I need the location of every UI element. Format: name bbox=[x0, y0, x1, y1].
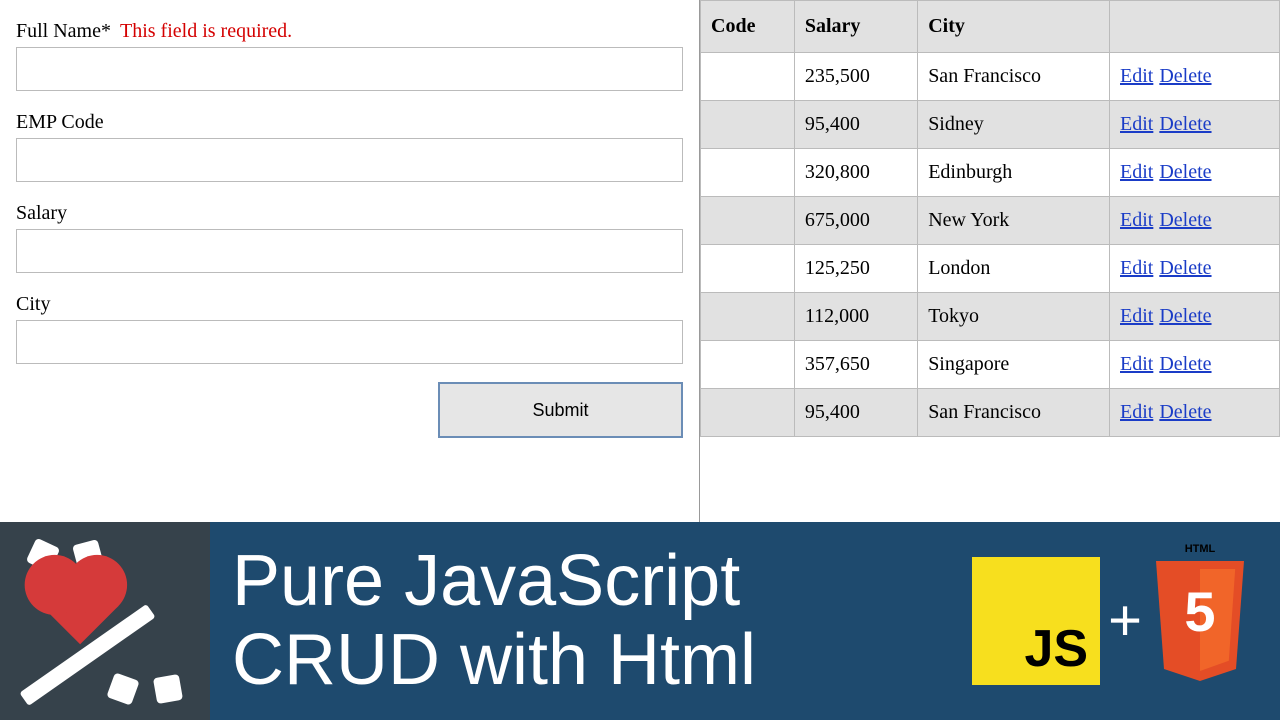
html5-badge-icon: HTML 5 bbox=[1150, 561, 1250, 681]
edit-link[interactable]: Edit bbox=[1120, 305, 1153, 327]
banner-title: Pure JavaScript CRUD with Html bbox=[210, 542, 972, 700]
edit-link[interactable]: Edit bbox=[1120, 401, 1153, 423]
salary-input[interactable] bbox=[16, 229, 683, 273]
cell-salary: 357,650 bbox=[794, 341, 917, 389]
col-city: City bbox=[918, 1, 1110, 53]
cell-city: Singapore bbox=[918, 341, 1110, 389]
col-actions bbox=[1110, 1, 1280, 53]
cell-city: Edinburgh bbox=[918, 149, 1110, 197]
cell-city: New York bbox=[918, 197, 1110, 245]
cell-code bbox=[701, 101, 795, 149]
delete-link[interactable]: Delete bbox=[1159, 113, 1211, 135]
fullname-input[interactable] bbox=[16, 47, 683, 91]
col-salary: Salary bbox=[794, 1, 917, 53]
table-row: 95,400Sidney Edit Delete bbox=[701, 101, 1280, 149]
fullname-error: This field is required. bbox=[120, 20, 292, 42]
cell-city: Sidney bbox=[918, 101, 1110, 149]
fullname-label: Full Name* bbox=[16, 20, 111, 43]
cell-salary: 95,400 bbox=[794, 101, 917, 149]
cell-code bbox=[701, 293, 795, 341]
delete-link[interactable]: Delete bbox=[1159, 65, 1211, 87]
cell-actions: Edit Delete bbox=[1110, 149, 1280, 197]
table-row: 235,500San Francisco Edit Delete bbox=[701, 53, 1280, 101]
table-row: 112,000Tokyo Edit Delete bbox=[701, 293, 1280, 341]
cell-city: London bbox=[918, 245, 1110, 293]
plus-icon: + bbox=[1108, 592, 1142, 650]
cell-salary: 675,000 bbox=[794, 197, 917, 245]
cell-city: Tokyo bbox=[918, 293, 1110, 341]
cell-code bbox=[701, 149, 795, 197]
cell-actions: Edit Delete bbox=[1110, 245, 1280, 293]
table-row: 320,800Edinburgh Edit Delete bbox=[701, 149, 1280, 197]
cell-code bbox=[701, 245, 795, 293]
delete-link[interactable]: Delete bbox=[1159, 209, 1211, 231]
delete-link[interactable]: Delete bbox=[1159, 257, 1211, 279]
cell-salary: 235,500 bbox=[794, 53, 917, 101]
cell-code bbox=[701, 197, 795, 245]
edit-link[interactable]: Edit bbox=[1120, 161, 1153, 183]
edit-link[interactable]: Edit bbox=[1120, 353, 1153, 375]
submit-button[interactable]: Submit bbox=[438, 382, 683, 438]
employee-table-panel: Code Salary City 235,500San FranciscoEdi… bbox=[700, 0, 1280, 522]
edit-link[interactable]: Edit bbox=[1120, 113, 1153, 135]
cell-code bbox=[701, 389, 795, 437]
cell-salary: 112,000 bbox=[794, 293, 917, 341]
employee-table: Code Salary City 235,500San FranciscoEdi… bbox=[700, 0, 1280, 437]
cell-code bbox=[701, 53, 795, 101]
cell-actions: Edit Delete bbox=[1110, 197, 1280, 245]
empcode-label: EMP Code bbox=[16, 111, 104, 134]
cell-salary: 95,400 bbox=[794, 389, 917, 437]
cell-actions: Edit Delete bbox=[1110, 293, 1280, 341]
delete-link[interactable]: Delete bbox=[1159, 353, 1211, 375]
js-badge-icon: JS bbox=[972, 557, 1100, 685]
cell-actions: Edit Delete bbox=[1110, 53, 1280, 101]
edit-link[interactable]: Edit bbox=[1120, 209, 1153, 231]
cell-salary: 125,250 bbox=[794, 245, 917, 293]
edit-link[interactable]: Edit bbox=[1120, 65, 1153, 87]
cell-code bbox=[701, 341, 795, 389]
edit-link[interactable]: Edit bbox=[1120, 257, 1153, 279]
salary-label: Salary bbox=[16, 202, 67, 225]
banner-logo-icon bbox=[0, 522, 210, 720]
cell-city: San Francisco bbox=[918, 389, 1110, 437]
title-banner: Pure JavaScript CRUD with Html JS + HTML… bbox=[0, 522, 1280, 720]
cell-city: San Francisco bbox=[918, 53, 1110, 101]
table-row: 95,400San Francisco Edit Delete bbox=[701, 389, 1280, 437]
city-input[interactable] bbox=[16, 320, 683, 364]
delete-link[interactable]: Delete bbox=[1159, 305, 1211, 327]
cell-salary: 320,800 bbox=[794, 149, 917, 197]
cell-actions: Edit Delete bbox=[1110, 389, 1280, 437]
employee-form: Full Name* This field is required. EMP C… bbox=[0, 0, 700, 522]
delete-link[interactable]: Delete bbox=[1159, 161, 1211, 183]
table-row: 675,000New York Edit Delete bbox=[701, 197, 1280, 245]
table-row: 357,650Singapore Edit Delete bbox=[701, 341, 1280, 389]
empcode-input[interactable] bbox=[16, 138, 683, 182]
delete-link[interactable]: Delete bbox=[1159, 401, 1211, 423]
table-row: 125,250London Edit Delete bbox=[701, 245, 1280, 293]
col-code: Code bbox=[701, 1, 795, 53]
cell-actions: Edit Delete bbox=[1110, 341, 1280, 389]
city-label: City bbox=[16, 293, 50, 316]
cell-actions: Edit Delete bbox=[1110, 101, 1280, 149]
banner-badges: JS + HTML 5 bbox=[972, 557, 1280, 685]
